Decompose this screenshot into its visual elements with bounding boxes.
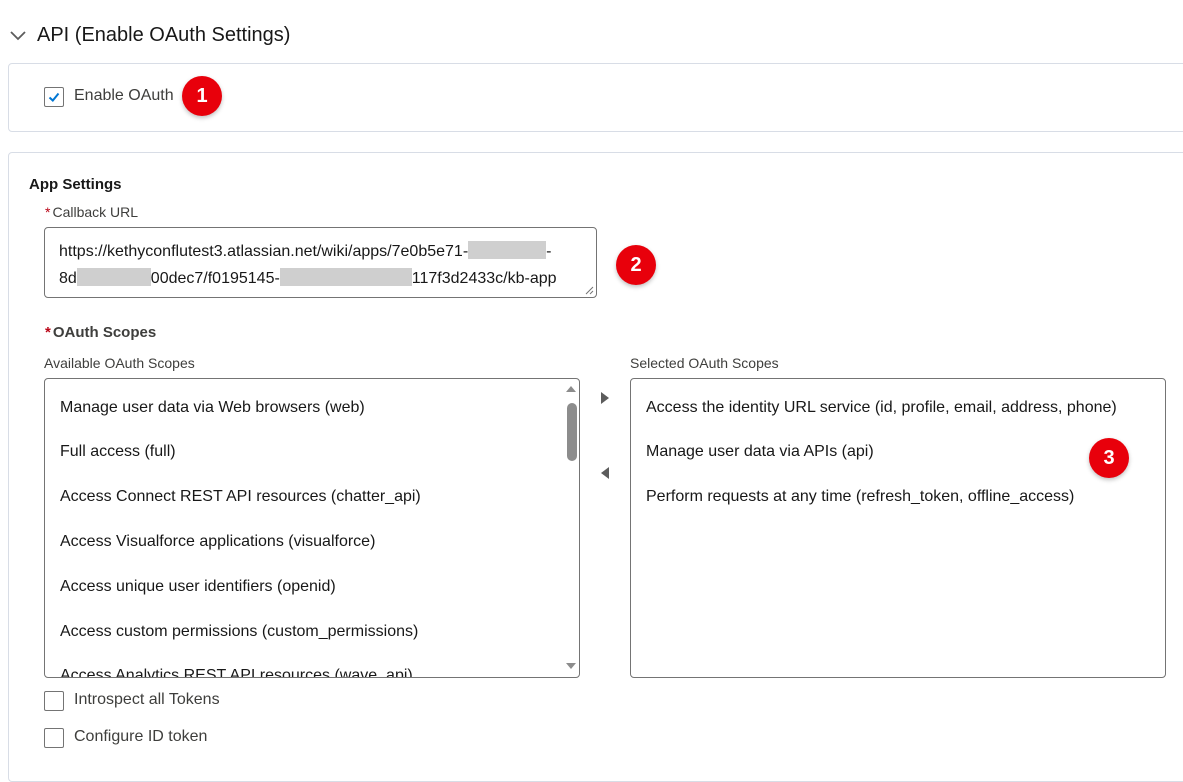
configure-id-token-label: Configure ID token (74, 728, 208, 745)
scrollbar[interactable] (563, 379, 579, 677)
callback-url-line-2: 8d 00dec7/f0195145- 117f3d2433c/kb-app (59, 265, 582, 292)
section-header[interactable]: API (Enable OAuth Settings) (8, 20, 290, 50)
scroll-up-icon[interactable] (565, 384, 577, 394)
enable-oauth-checkbox[interactable] (44, 87, 64, 107)
callback-url-text-1b: - (546, 243, 552, 260)
app-settings-heading: App Settings (29, 176, 122, 193)
list-item[interactable]: Full access (full) (60, 443, 176, 461)
callback-url-label: * Callback URL (45, 204, 138, 220)
callback-url-line-1: https://kethyconflutest3.atlassian.net/w… (59, 238, 582, 265)
required-asterisk: * (45, 204, 51, 220)
enable-oauth-label: Enable OAuth (74, 87, 174, 104)
triangle-right-icon (601, 392, 609, 404)
move-left-button[interactable] (597, 465, 613, 481)
list-item[interactable]: Manage user data via Web browsers (web) (60, 399, 365, 417)
resize-handle-icon[interactable] (584, 285, 594, 295)
scrollbar-thumb[interactable] (567, 403, 577, 461)
selected-scopes-listbox[interactable]: Access the identity URL service (id, pro… (630, 378, 1166, 678)
oauth-scopes-label: * OAuth Scopes (45, 324, 156, 341)
scroll-down-icon[interactable] (565, 661, 577, 671)
configure-id-token-checkbox[interactable] (44, 728, 64, 748)
chevron-down-icon (10, 31, 26, 41)
list-item[interactable]: Access Visualforce applications (visualf… (60, 533, 375, 551)
callback-url-text-1a: https://kethyconflutest3.atlassian.net/w… (59, 243, 469, 260)
available-scopes-listbox[interactable]: Manage user data via Web browsers (web) … (44, 378, 580, 678)
move-right-button[interactable] (597, 390, 613, 406)
list-item[interactable]: Access Analytics REST API resources (wav… (60, 667, 413, 677)
callback-url-text-2a: 8d (59, 270, 77, 287)
introspect-tokens-checkbox[interactable] (44, 691, 64, 711)
oauth-scopes-label-text: OAuth Scopes (52, 324, 157, 341)
required-asterisk: * (45, 324, 51, 341)
callback-url-label-text: Callback URL (52, 204, 139, 220)
redacted-block (468, 241, 547, 259)
list-item[interactable]: Access Connect REST API resources (chatt… (60, 488, 421, 506)
step-marker-3: 3 (1089, 438, 1129, 478)
callback-url-input[interactable]: https://kethyconflutest3.atlassian.net/w… (44, 227, 597, 298)
callback-url-text-2b: 00dec7/f0195145- (150, 270, 280, 287)
available-scopes-label: Available OAuth Scopes (44, 355, 195, 371)
list-item[interactable]: Perform requests at any time (refresh_to… (646, 488, 1074, 506)
redacted-block (279, 268, 412, 286)
list-item[interactable]: Access custom permissions (custom_permis… (60, 623, 418, 641)
triangle-left-icon (601, 467, 609, 479)
list-item[interactable]: Access the identity URL service (id, pro… (646, 399, 1117, 417)
list-item[interactable]: Manage user data via APIs (api) (646, 443, 874, 461)
step-marker-1: 1 (182, 76, 222, 116)
introspect-tokens-label: Introspect all Tokens (74, 691, 220, 708)
section-title: API (Enable OAuth Settings) (37, 23, 291, 46)
callback-url-text-2c: 117f3d2433c/kb-app (411, 270, 557, 287)
redacted-block (76, 268, 151, 286)
check-icon (48, 92, 60, 102)
step-marker-2: 2 (616, 245, 656, 285)
list-item[interactable]: Access unique user identifiers (openid) (60, 578, 336, 596)
selected-scopes-label: Selected OAuth Scopes (630, 355, 779, 371)
